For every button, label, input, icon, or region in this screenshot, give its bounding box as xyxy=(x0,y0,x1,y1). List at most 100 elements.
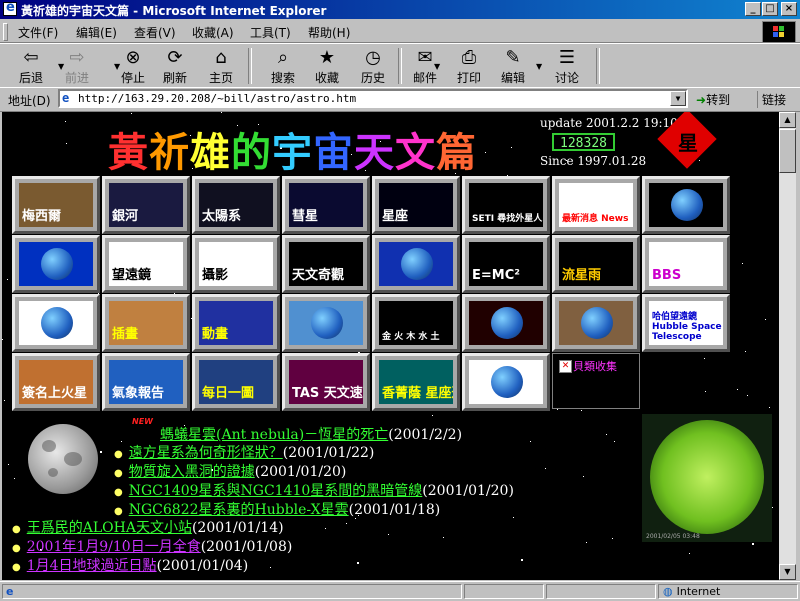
links-button[interactable]: 链接 xyxy=(757,91,786,108)
news-date: (2001/01/14) xyxy=(191,520,284,536)
menu-view[interactable]: 查看(V) xyxy=(134,24,176,41)
menu-favorites[interactable]: 收藏(A) xyxy=(192,24,234,41)
toolbar-home-button[interactable]: ⌂ 主页 xyxy=(198,46,244,86)
topic-tile[interactable] xyxy=(12,294,100,352)
toolbar-discuss-button[interactable]: ☰ 讨论 xyxy=(544,46,590,86)
news-date: (2001/01/08) xyxy=(200,539,293,555)
topic-tile[interactable]: 香菁蔭 星座運勢 xyxy=(372,353,460,411)
forward-dropdown-icon[interactable]: ▼ xyxy=(114,62,120,71)
topic-tile[interactable]: 簽名上火星 xyxy=(12,353,100,411)
news-link[interactable]: 1月4日地球過近日點 xyxy=(27,558,157,574)
news-link[interactable]: 王爲民的ALOHA天文小站 xyxy=(27,520,192,536)
topic-tile[interactable]: 星座 xyxy=(372,176,460,234)
topic-tile[interactable]: 金 火 木 水 土 xyxy=(372,294,460,352)
toolbar-print-button[interactable]: ⎙ 打印 xyxy=(446,46,492,86)
topic-tile[interactable]: 天文奇觀 xyxy=(282,235,370,293)
topic-tile[interactable]: 太陽系 xyxy=(192,176,280,234)
news-link[interactable]: 遠方星系為何奇形怪狀？ xyxy=(129,445,283,461)
site-title-char: 天 xyxy=(354,129,395,176)
mail-dropdown-icon[interactable]: ▼ xyxy=(434,62,440,71)
menu-edit[interactable]: 编辑(E) xyxy=(76,24,117,41)
topic-tile[interactable]: 梅西爾 xyxy=(12,176,100,234)
topic-tile[interactable] xyxy=(642,176,730,234)
topic-tile-image xyxy=(491,307,523,339)
topic-tile[interactable]: 流星雨 xyxy=(552,235,640,293)
news-link[interactable]: 螞蟻星雲(Ant nebula)－恆星的死亡 xyxy=(160,427,388,443)
toolbar-history-button[interactable]: ◷ 历史 xyxy=(350,46,396,86)
scroll-down-button[interactable]: ▼ xyxy=(779,564,796,580)
bullet-icon: ● xyxy=(12,524,21,535)
site-title-char: 的 xyxy=(231,129,272,176)
news-link[interactable]: 物質旋入黑洞的證據 xyxy=(129,464,255,480)
zone-label: Internet xyxy=(676,585,721,598)
topic-tile[interactable]: 插畫 xyxy=(102,294,190,352)
topic-tile[interactable]: 哈伯望遠鏡 Hubble Space Telescope xyxy=(642,294,730,352)
topic-tile[interactable]: TAS 天文速報 xyxy=(282,353,370,411)
bullet-icon: ● xyxy=(114,487,123,498)
topic-tile-image xyxy=(401,248,433,280)
topic-tile[interactable]: 銀河 xyxy=(102,176,190,234)
menu-help[interactable]: 帮助(H) xyxy=(308,24,350,41)
topic-tile[interactable]: 最新消息 News xyxy=(552,176,640,234)
broken-image-icon: ✕ xyxy=(559,360,572,373)
topic-tile[interactable]: E=MC² xyxy=(462,235,550,293)
topic-tile[interactable] xyxy=(282,294,370,352)
topic-tile[interactable]: 攝影 xyxy=(192,235,280,293)
address-input[interactable] xyxy=(78,91,658,106)
address-box: e ▼ xyxy=(58,89,688,108)
news-item: ● 王爲民的ALOHA天文小站(2001/01/14) xyxy=(12,517,284,537)
topic-tile[interactable]: SETI 尋找外星人 xyxy=(462,176,550,234)
toolbar-back-arrow-button[interactable]: ⇦ 后退 xyxy=(8,46,54,86)
news-date: (2001/01/22) xyxy=(282,445,375,461)
close-button[interactable]: × xyxy=(781,2,797,16)
go-arrow-icon: ➜ xyxy=(696,93,707,107)
news-link[interactable]: 2001年1月9/10日一月全食 xyxy=(27,539,201,555)
toolbar-edit-button[interactable]: ✎ 编辑 xyxy=(490,46,536,86)
toolbar-refresh-button[interactable]: ⟳ 刷新 xyxy=(152,46,198,86)
topic-tile[interactable]: 每日一圖 xyxy=(192,353,280,411)
menu-file[interactable]: 文件(F) xyxy=(18,24,58,41)
menu-tools[interactable]: 工具(T) xyxy=(250,24,291,41)
topic-tile[interactable] xyxy=(372,235,460,293)
topic-tile[interactable] xyxy=(462,294,550,352)
news-link[interactable]: NGC6822星系裏的Hubble-X星雲 xyxy=(129,502,349,518)
favorites-icon: ★ xyxy=(318,47,336,68)
topic-tile-label: 氣象報告 xyxy=(112,386,165,401)
topic-tile-label: BBS xyxy=(652,268,682,283)
news-date: (2001/2/2) xyxy=(388,427,463,443)
toolbar-label: 编辑 xyxy=(500,71,525,85)
minimize-button[interactable]: _ xyxy=(745,2,761,16)
topic-tile[interactable] xyxy=(12,235,100,293)
toolbar-favorites-button[interactable]: ★ 收藏 xyxy=(304,46,350,86)
vertical-scrollbar[interactable]: ▲ ▼ xyxy=(779,112,796,580)
maximize-button[interactable]: □ xyxy=(762,2,778,16)
toolbar-mail-button[interactable]: ✉ 邮件 xyxy=(402,46,448,86)
toolbar-search-button[interactable]: ⌕ 搜索 xyxy=(260,46,306,86)
search-icon: ⌕ xyxy=(277,47,289,68)
star-badge-label: 星 xyxy=(678,131,698,155)
go-label: 转到 xyxy=(706,93,731,107)
scroll-thumb[interactable] xyxy=(779,129,796,173)
topic-tile[interactable]: BBS xyxy=(642,235,730,293)
topic-tile[interactable]: 氣象報告 xyxy=(102,353,190,411)
back-dropdown-icon[interactable]: ▼ xyxy=(58,62,64,71)
topic-tile-label: 簽名上火星 xyxy=(22,386,88,401)
broken-image-placeholder[interactable]: ✕ 貝類收集 xyxy=(552,353,640,409)
topic-tile[interactable]: 動畫 xyxy=(192,294,280,352)
topic-tile[interactable]: 望遠鏡 xyxy=(102,235,190,293)
news-link[interactable]: NGC1409星系與NGC1410星系間的黑暗管線 xyxy=(129,483,423,499)
window-title: 黃祈雄的宇宙天文篇 - Microsoft Internet Explorer xyxy=(21,4,327,18)
toolbar-label: 打印 xyxy=(456,71,481,85)
back-arrow-icon: ⇦ xyxy=(23,47,39,68)
topic-tile[interactable]: 彗星 xyxy=(282,176,370,234)
standard-toolbar: ⇦ 后退 ⇨ 前进 ⊗ 停止 ⟳ 刷新 ⌂ 主页 ⌕ 搜索 ★ 收藏 ◷ 历史 ✉ 邮件 ⎙ 打印 ✎ 编辑 ☰ 讨论 ▼ ▼ ▼ ▼ xyxy=(0,43,800,88)
go-button[interactable]: ➜转到 xyxy=(696,91,730,108)
address-dropdown-button[interactable]: ▼ xyxy=(670,91,686,106)
topic-tile[interactable] xyxy=(552,294,640,352)
edit-dropdown-icon[interactable]: ▼ xyxy=(536,62,542,71)
scroll-up-button[interactable]: ▲ xyxy=(779,112,796,128)
topic-tile[interactable] xyxy=(462,353,550,411)
topic-tile-label: 梅西爾 xyxy=(22,209,62,224)
toolbar-label: 停止 xyxy=(120,71,145,85)
toolbar-label: 前进 xyxy=(64,71,89,85)
